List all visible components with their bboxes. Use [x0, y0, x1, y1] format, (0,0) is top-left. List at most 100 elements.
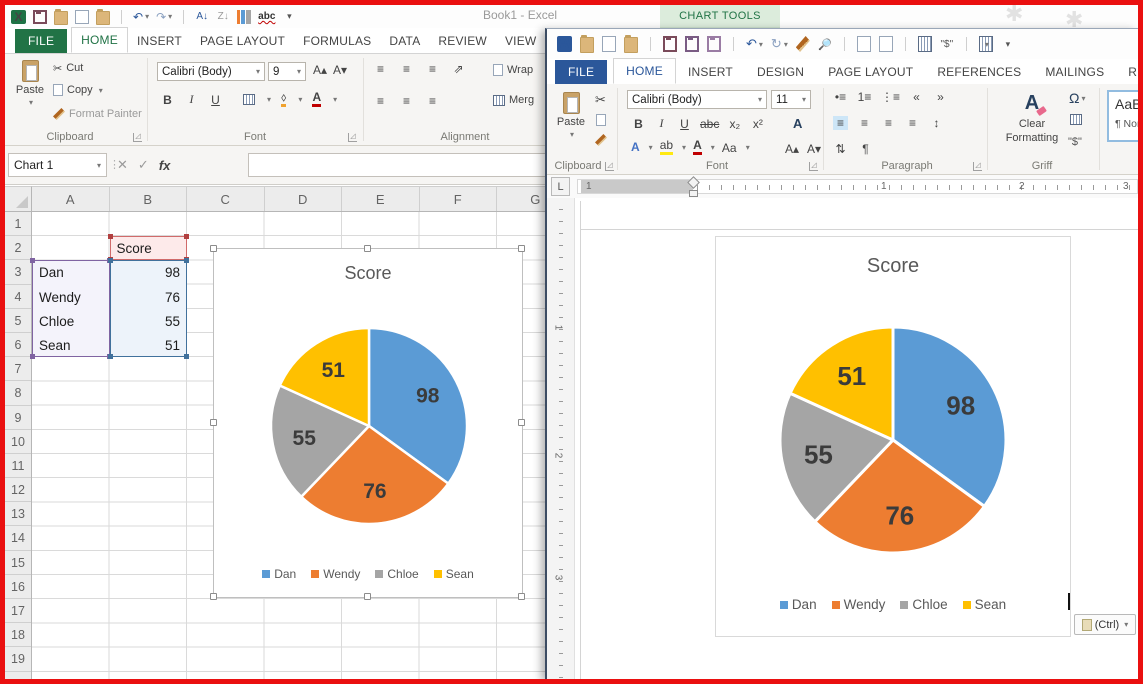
- format-0[interactable]: B: [631, 117, 646, 131]
- column-header-B[interactable]: B: [110, 187, 188, 211]
- column-header-C[interactable]: C: [187, 187, 265, 211]
- font-dialog-launcher[interactable]: ◿: [809, 162, 818, 171]
- align-0[interactable]: ≡: [833, 116, 848, 130]
- font-name-combo[interactable]: Calibri (Body)▾: [627, 90, 767, 109]
- row-header-6[interactable]: 6: [5, 333, 31, 357]
- legend-item-sean[interactable]: Sean: [434, 567, 474, 581]
- word-document-area[interactable]: 1 2 3 Score 98765551 DanWendyChloeSean (…: [547, 198, 1138, 679]
- column-header-E[interactable]: E: [342, 187, 420, 211]
- shrink-font-button[interactable]: A▾: [807, 142, 821, 156]
- spelling-icon[interactable]: abc: [258, 10, 275, 24]
- legend-item-chloe[interactable]: Chloe: [375, 567, 418, 581]
- format-3[interactable]: abc: [700, 117, 719, 131]
- align-1[interactable]: ≡: [857, 116, 872, 130]
- cell-B3[interactable]: 98: [111, 261, 187, 285]
- row-header-12[interactable]: 12: [5, 478, 31, 502]
- folder-icon[interactable]: [624, 37, 638, 53]
- symbol-button[interactable]: Ω▾: [1069, 90, 1085, 106]
- dropdown-arrow[interactable]: ▾: [168, 12, 172, 21]
- table-grid-icon[interactable]: [918, 36, 932, 52]
- undo-icon[interactable]: ↶▾: [133, 10, 149, 24]
- word-tab-home[interactable]: HOME: [613, 58, 676, 84]
- font-size-combo[interactable]: 9▾: [268, 62, 306, 81]
- copy-button[interactable]: Copy▾: [53, 82, 103, 98]
- style-gallery-item-normal[interactable]: AaBbC ¶ Norm: [1107, 90, 1138, 142]
- column-header-A[interactable]: A: [32, 187, 110, 211]
- clipboard-dialog-launcher[interactable]: ◿: [605, 162, 614, 171]
- chart-tools-context-tab[interactable]: CHART TOOLS: [660, 5, 780, 28]
- word-tab-design[interactable]: DESIGN: [745, 60, 816, 84]
- excel-tab-view[interactable]: VIEW: [496, 29, 545, 53]
- edit-document-icon[interactable]: [857, 36, 871, 52]
- print-preview-icon[interactable]: 🔎: [818, 36, 832, 52]
- word-tab-page-layout[interactable]: PAGE LAYOUT: [816, 60, 925, 84]
- row-header-8[interactable]: 8: [5, 381, 31, 405]
- switch-windows-icon[interactable]: ▾: [979, 36, 993, 52]
- row-header-18[interactable]: 18: [5, 623, 31, 647]
- row-header-4[interactable]: 4: [5, 285, 31, 309]
- word-logo-icon[interactable]: W: [557, 36, 572, 52]
- row-header-7[interactable]: 7: [5, 357, 31, 381]
- font-name-combo[interactable]: Calibri (Body)▾: [157, 62, 265, 81]
- excel-chart-object[interactable]: Score 98765551 DanWendyChloeSean: [213, 248, 523, 598]
- halign-0[interactable]: ≡: [373, 94, 388, 108]
- range-handle[interactable]: [108, 354, 113, 359]
- word-tab-mailings[interactable]: MAILINGS: [1033, 60, 1116, 84]
- excel-tab-data[interactable]: DATA: [380, 29, 429, 53]
- fill-color-icon[interactable]: ⬨: [281, 92, 286, 107]
- wrap-text-button[interactable]: Wrap: [493, 62, 533, 78]
- cell-B5[interactable]: 55: [111, 310, 187, 334]
- chart-selection-handle[interactable]: [364, 245, 371, 252]
- insert-chart-icon[interactable]: [237, 10, 251, 24]
- clear-formatting-button[interactable]: A Clear Formatting: [999, 92, 1065, 146]
- dropdown-arrow[interactable]: ▾: [985, 40, 989, 49]
- change-case-button[interactable]: Aa: [722, 141, 737, 155]
- paste-options-button[interactable]: (Ctrl) ▾: [1074, 614, 1136, 635]
- excel-logo-icon[interactable]: X: [11, 10, 26, 24]
- cell-B6[interactable]: 51: [111, 334, 187, 358]
- currency-button[interactable]: "$": [1068, 136, 1082, 148]
- insert-function-button[interactable]: fx: [159, 158, 171, 173]
- chart-selection-handle[interactable]: [364, 593, 371, 600]
- chart-selection-handle[interactable]: [210, 245, 217, 252]
- select-all-corner[interactable]: [5, 186, 32, 212]
- row-header-2[interactable]: 2: [5, 236, 31, 260]
- more-icon[interactable]: ▾: [1001, 36, 1015, 52]
- chart-legend[interactable]: DanWendyChloeSean: [214, 567, 522, 581]
- range-handle[interactable]: [184, 258, 189, 263]
- dropdown-arrow[interactable]: ▾: [145, 12, 149, 21]
- name-box[interactable]: Chart 1▾: [8, 153, 107, 177]
- list-3[interactable]: «: [909, 90, 924, 104]
- save-all-icon[interactable]: [685, 36, 699, 52]
- row-header-17[interactable]: 17: [5, 599, 31, 623]
- format-4[interactable]: x₂: [727, 117, 742, 131]
- row-header-10[interactable]: 10: [5, 430, 31, 454]
- highlight-color-icon[interactable]: ab: [660, 140, 673, 155]
- cut-button[interactable]: ✂: [595, 92, 606, 108]
- para-0[interactable]: ⇅: [833, 142, 848, 156]
- para-1[interactable]: ¶: [858, 142, 873, 156]
- excel-tab-insert[interactable]: INSERT: [128, 29, 191, 53]
- list-4[interactable]: »: [933, 90, 948, 104]
- open-folder-icon[interactable]: [54, 11, 68, 25]
- word-tab-file[interactable]: FILE: [555, 60, 607, 84]
- halign-1[interactable]: ≡: [399, 94, 414, 108]
- vertical-ruler[interactable]: 1 2 3: [547, 198, 575, 679]
- text-effects-icon[interactable]: A: [631, 142, 640, 153]
- align-2[interactable]: ≡: [881, 116, 896, 130]
- excel-tab-page-layout[interactable]: PAGE LAYOUT: [191, 29, 294, 53]
- row-header-5[interactable]: 5: [5, 309, 31, 333]
- enter-button[interactable]: ✓: [138, 157, 149, 173]
- row-header-15[interactable]: 15: [5, 551, 31, 575]
- word-tab-references[interactable]: REFERENCES: [925, 60, 1033, 84]
- shrink-font-button[interactable]: A▾: [333, 63, 347, 77]
- legend-item-chloe[interactable]: Chloe: [900, 597, 947, 612]
- horizontal-ruler[interactable]: 1 1 2 3: [577, 179, 1138, 194]
- currency-icon[interactable]: "$": [940, 36, 954, 52]
- valign-3[interactable]: ⇗: [451, 62, 466, 76]
- chart-category-source-range[interactable]: DanWendyChloeSean: [32, 260, 110, 357]
- valign-0[interactable]: ≡: [373, 62, 388, 76]
- list-1[interactable]: 1≡: [857, 90, 872, 104]
- list-2[interactable]: ⋮≡: [881, 90, 900, 104]
- row-header-19[interactable]: 19: [5, 647, 31, 671]
